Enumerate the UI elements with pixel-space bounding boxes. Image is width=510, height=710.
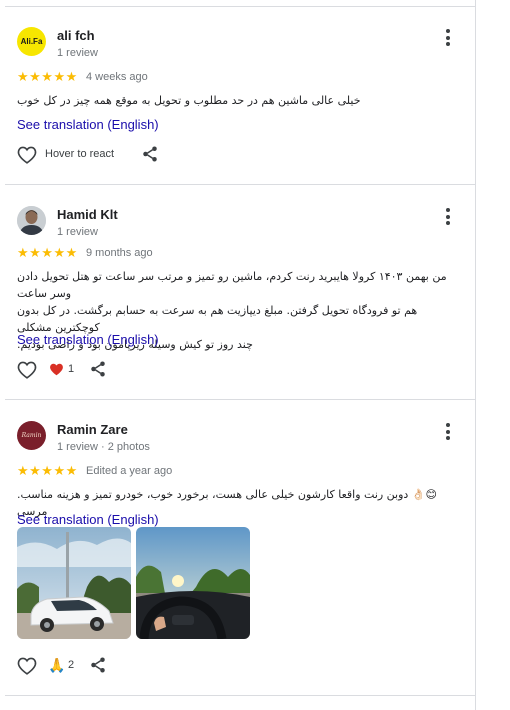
reaction-emoji[interactable]: 🙏 (48, 657, 65, 674)
heart-filled-icon (50, 363, 63, 376)
review-photo-car-exterior (17, 527, 131, 639)
reviews-panel: Ali.Fa ali fch 1 review ★★★★★ 4 weeks ag… (0, 0, 476, 710)
more-options-button[interactable] (441, 206, 455, 228)
review-card-ali-fch: Ali.Fa ali fch 1 review ★★★★★ 4 weeks ag… (5, 27, 475, 172)
review-photo[interactable] (136, 527, 250, 639)
review-time: Edited a year ago (86, 465, 173, 477)
divider (5, 695, 475, 696)
avatar[interactable]: Ramin (17, 421, 46, 450)
heart-outline-icon (17, 146, 37, 164)
reaction-count: 1 (68, 363, 75, 375)
review-text: خیلی عالی ماشین هم در حد مطلوب و تحویل ب… (17, 92, 463, 109)
reviewer-name[interactable]: ali fch (57, 28, 95, 43)
rating-stars: ★★★★★ (17, 69, 78, 84)
share-icon (143, 146, 157, 162)
rating-stars: ★★★★★ (17, 245, 78, 260)
reaction-count: 2 (68, 659, 75, 671)
review-actions: 1 (17, 360, 217, 382)
hover-to-react-label: Hover to react (45, 148, 115, 160)
avatar[interactable] (17, 206, 46, 235)
rating-stars: ★★★★★ (17, 463, 78, 478)
like-button[interactable] (17, 656, 37, 680)
review-time: 9 months ago (86, 247, 153, 259)
share-icon (91, 361, 105, 377)
review-actions: Hover to react (17, 145, 217, 167)
share-button[interactable] (89, 656, 107, 679)
avatar-logo-text: Ramin (21, 432, 42, 439)
review-photo-car-interior (136, 527, 250, 639)
review-time: 4 weeks ago (86, 71, 148, 83)
kebab-menu-icon (446, 208, 450, 212)
review-card-ramin-zare: Ramin Ramin Zare 1 review · 2 photos ★★★… (5, 421, 475, 691)
reviewer-name[interactable]: Ramin Zare (57, 422, 128, 437)
divider (5, 399, 475, 400)
see-translation-link[interactable]: See translation (English) (17, 512, 159, 527)
heart-outline-icon (17, 657, 37, 675)
review-card-hamid-klt: Hamid Klt 1 review ★★★★★ 9 months ago من… (5, 206, 475, 386)
see-translation-link[interactable]: See translation (English) (17, 332, 159, 347)
see-translation-link[interactable]: See translation (English) (17, 117, 159, 132)
more-options-button[interactable] (441, 27, 455, 49)
more-options-button[interactable] (441, 421, 455, 443)
divider (5, 184, 475, 185)
like-button[interactable] (17, 145, 37, 169)
reviewer-meta: 1 review (57, 47, 98, 59)
avatar[interactable]: Ali.Fa (17, 27, 46, 56)
divider (5, 6, 475, 7)
reviewer-meta: 1 review · 2 photos (57, 441, 150, 453)
kebab-menu-icon (446, 423, 450, 427)
reviewer-meta: 1 review (57, 226, 98, 238)
review-text-line: هم تو فرودگاه تحویل گرفتن. مبلغ دیپازیت … (17, 304, 418, 334)
review-text-line: خیلی عالی ماشین هم در حد مطلوب و تحویل ب… (17, 94, 361, 107)
share-button[interactable] (89, 360, 107, 383)
share-icon (91, 657, 105, 673)
share-button[interactable] (141, 145, 159, 168)
avatar-photo (17, 206, 46, 235)
reviewer-name[interactable]: Hamid Klt (57, 207, 118, 222)
avatar-logo-text: Ali.Fa (20, 37, 43, 46)
review-actions: 🙏 2 (17, 656, 217, 678)
like-button[interactable] (17, 360, 37, 384)
kebab-menu-icon (446, 29, 450, 33)
heart-outline-icon (17, 361, 37, 379)
reaction-chip[interactable] (49, 362, 64, 381)
review-text-line: من بهمن ۱۴۰۳ کرولا هایبرید رنت کردم، ماش… (17, 270, 447, 300)
review-photo[interactable] (17, 527, 131, 639)
